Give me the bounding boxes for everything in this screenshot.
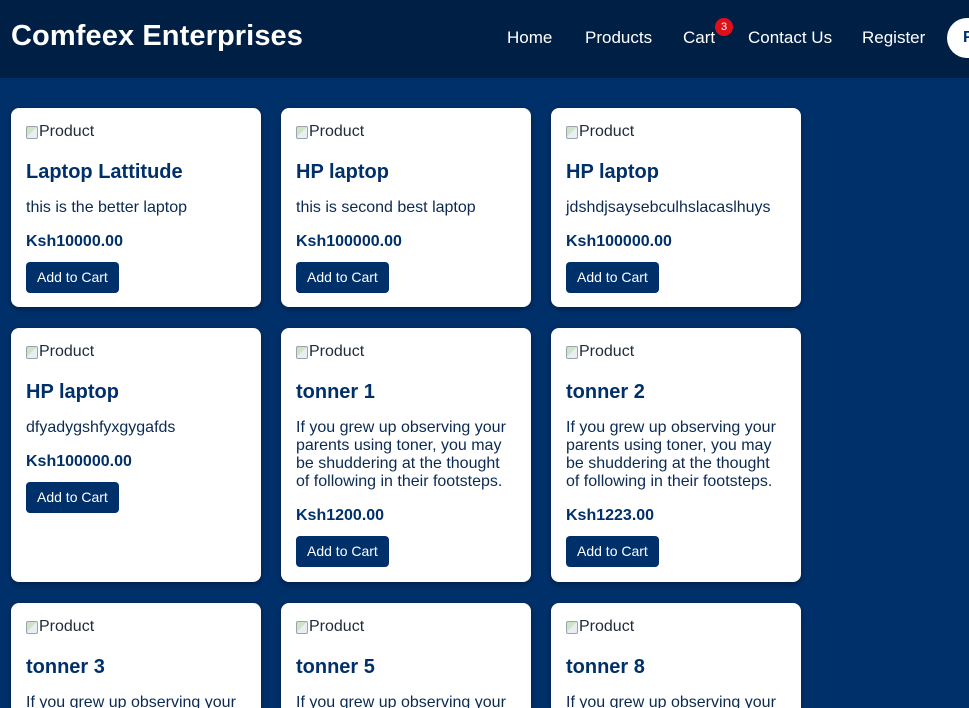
product-card: Product HP laptop jdshdjsaysebculhslacas… [551,108,801,307]
broken-image-icon [566,125,578,139]
add-to-cart-button[interactable]: Add to Cart [296,536,389,567]
site-header: Comfeex Enterprises Home Products Cart 3… [0,0,969,78]
broken-image-icon [296,345,308,359]
add-to-cart-button[interactable]: Add to Cart [566,262,659,293]
product-card: Product tonner 3 If you grew up observin… [11,603,261,708]
product-image-alt: Product [579,123,635,140]
product-image-alt: Product [309,618,365,635]
product-image-alt: Product [579,343,635,360]
product-card: Product HP laptop dfyadygshfyxgygafds Ks… [11,328,261,582]
product-description: this is second best laptop [296,199,476,216]
product-title: tonner 5 [296,656,375,678]
product-price: Ksh10000.00 [26,233,123,250]
product-title: HP laptop [26,381,119,403]
product-image-alt: Product [39,343,95,360]
product-description: If you grew up observing your parents us… [296,419,506,490]
product-title: tonner 3 [26,656,105,678]
product-title: tonner 1 [296,381,375,403]
product-description: If you grew up observing your [566,694,776,708]
product-title: tonner 2 [566,381,645,403]
product-title: Laptop Lattitude [26,161,183,183]
product-title: HP laptop [566,161,659,183]
broken-image-icon [26,125,38,139]
profile-button[interactable]: F [947,18,969,58]
product-image: Product [26,343,98,361]
product-card: Product HP laptop this is second best la… [281,108,531,307]
product-price: Ksh1223.00 [566,507,655,524]
product-image-alt: Product [39,618,95,635]
product-image: Product [26,123,98,141]
product-image-alt: Product [309,123,365,140]
product-title: tonner 8 [566,656,645,678]
product-price: Ksh100000.00 [566,233,672,250]
nav-register[interactable]: Register [862,28,925,48]
product-description: If you grew up observing your [26,694,236,708]
product-image-alt: Product [579,618,635,635]
product-description: If you grew up observing your [296,694,506,708]
broken-image-icon [26,620,38,634]
product-description: If you grew up observing your parents us… [566,419,776,490]
cart-count-badge: 3 [715,18,733,36]
add-to-cart-button[interactable]: Add to Cart [26,262,119,293]
product-price: Ksh100000.00 [296,233,402,250]
broken-image-icon [566,620,578,634]
product-card: Product Laptop Lattitude this is the bet… [11,108,261,307]
broken-image-icon [566,345,578,359]
product-card: Product tonner 2 If you grew up observin… [551,328,801,582]
product-image: Product [296,618,368,636]
brand-title[interactable]: Comfeex Enterprises [11,20,303,53]
product-card: Product tonner 1 If you grew up observin… [281,328,531,582]
product-title: HP laptop [296,161,389,183]
product-image: Product [566,343,638,361]
product-description: jdshdjsaysebculhslacaslhuys [566,199,771,216]
product-image-alt: Product [39,123,95,140]
product-description: dfyadygshfyxgygafds [26,419,176,436]
nav-cart[interactable]: Cart [683,28,715,48]
broken-image-icon [296,125,308,139]
product-image: Product [566,123,638,141]
add-to-cart-button[interactable]: Add to Cart [26,482,119,513]
product-image: Product [296,123,368,141]
product-image: Product [26,618,98,636]
nav-contact[interactable]: Contact Us [748,28,832,48]
broken-image-icon [296,620,308,634]
product-image-alt: Product [309,343,365,360]
add-to-cart-button[interactable]: Add to Cart [296,262,389,293]
nav-products[interactable]: Products [585,28,652,48]
add-to-cart-button[interactable]: Add to Cart [566,536,659,567]
product-image: Product [566,618,638,636]
product-card: Product tonner 5 If you grew up observin… [281,603,531,708]
product-price: Ksh100000.00 [26,453,132,470]
product-price: Ksh1200.00 [296,507,385,524]
product-description: this is the better laptop [26,199,187,216]
nav-home[interactable]: Home [507,28,552,48]
product-card: Product tonner 8 If you grew up observin… [551,603,801,708]
product-image: Product [296,343,368,361]
broken-image-icon [26,345,38,359]
